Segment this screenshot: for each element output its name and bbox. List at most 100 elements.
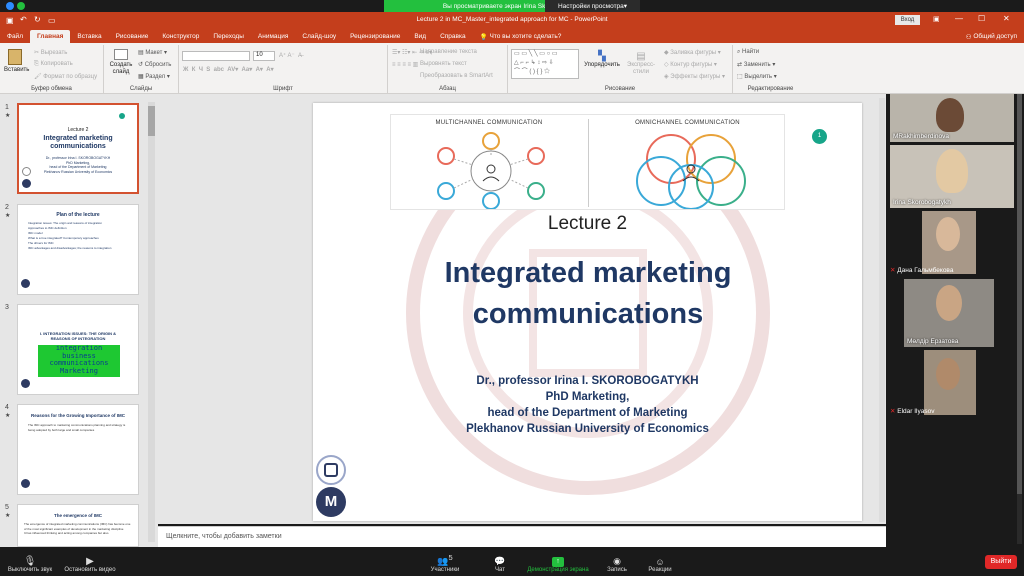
find-button[interactable]: ⌕ Найти bbox=[737, 49, 759, 56]
tell-me-search[interactable]: 💡 Что вы хотите сделать? bbox=[473, 30, 569, 43]
zoom-info-icon[interactable] bbox=[6, 2, 14, 10]
save-icon[interactable]: ▣ bbox=[6, 16, 14, 25]
share-screen-label: Демонстрация экрана bbox=[527, 567, 589, 573]
select-button[interactable]: ⬚ Выделить ▾ bbox=[737, 73, 777, 80]
paste-button[interactable]: Вставить bbox=[4, 49, 29, 73]
arrange-icon: ▚ bbox=[598, 51, 606, 62]
mute-label: Выключить звук bbox=[7, 567, 53, 573]
tab-draw[interactable]: Рисование bbox=[109, 30, 156, 43]
grow-font-icon[interactable]: A⁺ A⁻ A̶ bbox=[279, 52, 302, 59]
slide-thumbnail-5[interactable]: The emergence of IMC The emergence of in… bbox=[17, 504, 139, 547]
tab-home[interactable]: Главная bbox=[29, 30, 71, 43]
notes-pane[interactable]: Щелкните, чтобы добавить заметки bbox=[158, 526, 886, 547]
participant-tile[interactable]: MRakhimberdinova bbox=[890, 94, 1014, 142]
tab-animations[interactable]: Анимация bbox=[251, 30, 296, 43]
participants-button[interactable]: 👥5 Участники bbox=[425, 547, 465, 576]
participant-tile[interactable]: Мөлдір Ерзатова bbox=[904, 279, 994, 347]
tab-slideshow[interactable]: Слайд-шоу bbox=[295, 30, 343, 43]
tab-transitions[interactable]: Переходы bbox=[206, 30, 251, 43]
section-button[interactable]: ▦ Раздел ▾ bbox=[138, 73, 170, 80]
find-label: Найти bbox=[742, 49, 760, 55]
shape-effects-label: Эффекты фигуры bbox=[670, 74, 721, 80]
shape-effects-button[interactable]: ◈ Эффекты фигуры ▾ bbox=[664, 73, 725, 80]
view-options-button[interactable]: Настройки просмотра ▾ bbox=[545, 0, 640, 12]
leave-meeting-button[interactable]: Выйти bbox=[985, 555, 1017, 569]
new-slide-button[interactable]: Создать слайд bbox=[107, 49, 135, 76]
tab-insert[interactable]: Вставка bbox=[70, 30, 108, 43]
slide-thumbnail-3[interactable]: I. INTEGRATION ISSUES: THE ORIGIN & REAS… bbox=[17, 304, 139, 395]
shape-fill-label: Заливка фигуры bbox=[670, 50, 717, 56]
muted-mic-icon: ✕ bbox=[890, 408, 896, 415]
text-direction-button[interactable]: Направление текста bbox=[420, 48, 477, 55]
thumbnail-scrollbar[interactable] bbox=[148, 102, 155, 542]
copy-button[interactable]: ⎘ Копировать bbox=[34, 61, 73, 68]
reset-button[interactable]: ↺ Сбросить bbox=[138, 61, 171, 68]
login-button[interactable]: Вход bbox=[895, 15, 920, 25]
align-buttons[interactable]: ≡ ≡ ≡ ≡ ▥ bbox=[392, 61, 418, 68]
font-name-box[interactable] bbox=[182, 51, 250, 61]
minimize-icon[interactable]: — bbox=[955, 14, 963, 23]
copy-label: Копировать bbox=[40, 61, 73, 67]
tab-design[interactable]: Конструктор bbox=[155, 30, 206, 43]
cut-button[interactable]: ✂ Вырезать bbox=[34, 49, 67, 56]
shape-outline-button[interactable]: ◇ Контур фигуры ▾ bbox=[664, 61, 717, 68]
reactions-label: Реакции bbox=[648, 567, 672, 573]
reactions-icon: ☺ bbox=[655, 557, 665, 567]
tab-file[interactable]: Файл bbox=[0, 30, 30, 43]
stop-video-button[interactable]: ▶ Остановить видео bbox=[60, 547, 120, 576]
gallery-scrollbar[interactable] bbox=[1017, 94, 1022, 544]
slide-number: 3 bbox=[5, 304, 9, 311]
multichannel-diagram bbox=[437, 132, 545, 209]
share-button[interactable]: ⚇ Общий доступ bbox=[959, 30, 1024, 43]
arrange-button[interactable]: ▚ Упорядочить bbox=[584, 51, 620, 68]
animation-star-icon: ★ bbox=[5, 213, 11, 219]
maximize-icon[interactable]: ☐ bbox=[978, 14, 985, 23]
green-badge-icon bbox=[119, 113, 125, 119]
editor-vertical-scrollbar[interactable] bbox=[879, 98, 885, 522]
participant-tile[interactable]: Irina Skorobogatykh bbox=[890, 145, 1014, 208]
author-university: Plekhanov Russian University of Economic… bbox=[466, 423, 709, 435]
animation-star-icon: ★ bbox=[5, 513, 11, 519]
slide-thumbnail-4[interactable]: Reasons for the Growing Importance of IM… bbox=[17, 404, 139, 495]
replace-button[interactable]: ⇄ Заменить ▾ bbox=[737, 61, 775, 68]
reset-label: Сбросить bbox=[144, 62, 172, 68]
participant-tile[interactable] bbox=[924, 350, 976, 415]
share-screen-button[interactable]: ↑ Демонстрация экрана bbox=[522, 547, 594, 576]
align-text-button[interactable]: Выровнять текст bbox=[420, 60, 467, 67]
thumb-bullet: The emergence of integrated marketing co… bbox=[24, 522, 131, 531]
close-icon[interactable]: ✕ bbox=[1003, 14, 1010, 23]
powerpoint-title-bar: ▣ ↶ ↻ ▭ Lecture 2 in MC_Master_integrate… bbox=[0, 12, 1024, 29]
view-options-label: Настройки просмотра bbox=[557, 2, 624, 10]
font-size-box[interactable]: 10 bbox=[253, 51, 275, 61]
shapes-gallery[interactable]: ▭ ▭ ╲ ╲ ▭ ○ ▭ △ ⌐ ⌐ ↳ ↕ ⇨ ⇩ ⌒ ⌒ ( ) { } ☆ bbox=[511, 49, 579, 79]
reactions-button[interactable]: ☺ Реакции bbox=[644, 547, 676, 576]
slideshow-icon[interactable]: ▭ bbox=[48, 16, 56, 25]
shape-fill-button[interactable]: ◆ Заливка фигуры ▾ bbox=[664, 49, 721, 56]
font-format-buttons[interactable]: Ж К Ч S abc AV▾ Aa▾ A▾ A▾ bbox=[183, 66, 274, 73]
scrollbar-thumb[interactable] bbox=[148, 106, 155, 136]
participant-tile[interactable] bbox=[922, 211, 976, 274]
redo-icon[interactable]: ↻ bbox=[34, 15, 41, 24]
record-button[interactable]: ◉ Запись bbox=[603, 547, 631, 576]
tab-help[interactable]: Справка bbox=[433, 30, 473, 43]
stop-video-label: Остановить видео bbox=[64, 567, 116, 573]
quick-styles-button[interactable]: ▤ Экспресс-стили bbox=[622, 51, 660, 76]
chat-button[interactable]: 💬 Чат bbox=[488, 547, 512, 576]
paragraph-group-label: Абзац bbox=[439, 86, 456, 92]
slide-thumbnail-2[interactable]: Plan of the lecture Integration issues: … bbox=[17, 204, 139, 295]
format-painter-button[interactable]: 🖌 Формат по образцу bbox=[34, 73, 97, 80]
tab-view[interactable]: Вид bbox=[407, 30, 433, 43]
font-group-label: Шрифт bbox=[273, 86, 293, 92]
ribbon-display-icon[interactable]: ▣ bbox=[933, 15, 940, 23]
m-logo: M bbox=[316, 487, 346, 517]
slide-thumbnail-1[interactable]: Lecture 2 Integrated marketing communica… bbox=[17, 103, 139, 194]
current-slide[interactable]: MULTICHANNEL COMMUNICATION OMNICHANNEL C… bbox=[313, 103, 862, 521]
tab-review[interactable]: Рецензирование bbox=[343, 30, 407, 43]
undo-icon[interactable]: ↶ bbox=[20, 15, 27, 24]
smartart-button[interactable]: Преобразовать в SmartArt bbox=[420, 72, 493, 79]
shield-icon[interactable] bbox=[17, 2, 25, 10]
zoom-meeting-controls: 🎙 Выключить звук ▶ Остановить видео 👥5 У… bbox=[0, 547, 1024, 576]
mute-button[interactable]: 🎙 Выключить звук bbox=[4, 547, 56, 576]
layout-button[interactable]: ▤ Макет ▾ bbox=[138, 49, 167, 56]
arrange-label: Упорядочить bbox=[584, 62, 620, 68]
